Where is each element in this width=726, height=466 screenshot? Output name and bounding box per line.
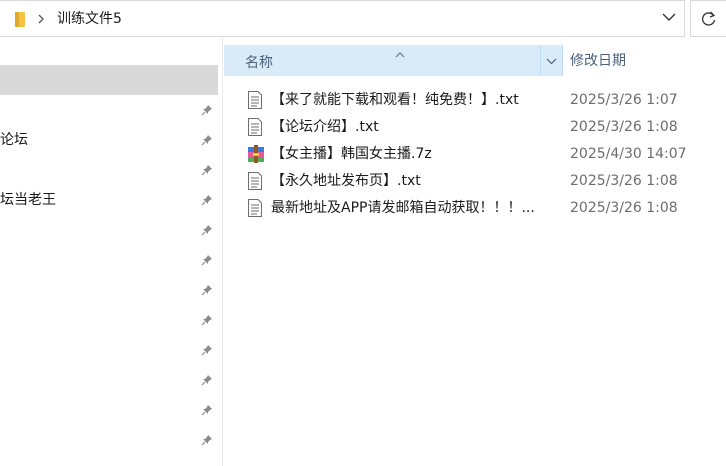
file-date-modified: 2025/3/26 1:08: [570, 173, 678, 189]
pin-icon[interactable]: [201, 194, 213, 206]
address-history-dropdown[interactable]: [656, 6, 682, 32]
column-filter-dropdown[interactable]: [541, 45, 562, 76]
refresh-icon: [702, 11, 716, 26]
pin-icon[interactable]: [201, 104, 213, 116]
file-date-modified: 2025/3/26 1:08: [570, 119, 678, 135]
file-explorer-window: 训练文件5 论坛 坛当老王 名称 修改日期 【来了就能下载和观看！纯免费！】.t…: [0, 0, 726, 466]
file-date-modified: 2025/4/30 14:07: [570, 146, 687, 162]
text-file-icon: [247, 199, 263, 217]
text-file-icon: [247, 172, 263, 190]
breadcrumb-current-folder[interactable]: 训练文件5: [57, 9, 122, 29]
pin-icon[interactable]: [201, 404, 213, 416]
sort-ascending-icon: [395, 52, 405, 58]
column-header-date-modified[interactable]: 修改日期: [570, 51, 626, 71]
pin-icon[interactable]: [201, 434, 213, 446]
file-name[interactable]: 【女主播】韩国女主播.7z: [271, 144, 432, 164]
refresh-button[interactable]: [690, 0, 726, 37]
navigation-pane: 论坛 坛当老王: [0, 37, 222, 466]
pin-icon[interactable]: [201, 164, 213, 176]
file-name[interactable]: 【论坛介绍】.txt: [271, 117, 379, 137]
column-header-name[interactable]: 名称: [224, 45, 563, 76]
pin-icon[interactable]: [201, 224, 213, 236]
file-row[interactable]: 【永久地址发布页】.txt 2025/3/26 1:08: [243, 169, 723, 193]
file-row[interactable]: 最新地址及APP请发邮箱自动获取！！！... 2025/3/26 1:08: [243, 196, 723, 220]
nav-item-laowang[interactable]: 坛当老王: [0, 190, 56, 210]
text-file-icon: [247, 91, 263, 109]
file-name[interactable]: 最新地址及APP请发邮箱自动获取！！！...: [271, 198, 535, 218]
folder-icon: [15, 12, 25, 27]
pin-icon[interactable]: [201, 134, 213, 146]
chevron-down-icon: [546, 58, 557, 65]
file-name[interactable]: 【来了就能下载和观看！纯免费！】.txt: [271, 90, 519, 110]
text-file-icon: [247, 118, 263, 136]
pin-icon[interactable]: [201, 284, 213, 296]
nav-item-forum[interactable]: 论坛: [0, 130, 28, 150]
file-row[interactable]: 【论坛介绍】.txt 2025/3/26 1:08: [243, 115, 723, 139]
address-bar[interactable]: 训练文件5: [0, 0, 685, 37]
pin-icon[interactable]: [201, 374, 213, 386]
archive-file-icon: [247, 145, 264, 163]
file-date-modified: 2025/3/26 1:07: [570, 92, 678, 108]
file-name[interactable]: 【永久地址发布页】.txt: [271, 171, 421, 191]
chevron-right-icon[interactable]: [38, 9, 48, 29]
file-date-modified: 2025/3/26 1:08: [570, 200, 678, 216]
pin-icon[interactable]: [201, 314, 213, 326]
column-name-label: 名称: [245, 55, 273, 71]
file-list-view: 名称 修改日期 【来了就能下载和观看！纯免费！】.txt 2025/3/26 1…: [223, 37, 726, 466]
pin-icon[interactable]: [201, 254, 213, 266]
file-row[interactable]: 【女主播】韩国女主播.7z 2025/4/30 14:07: [243, 142, 723, 166]
file-row[interactable]: 【来了就能下载和观看！纯免费！】.txt 2025/3/26 1:07: [243, 88, 723, 112]
pin-icon[interactable]: [201, 344, 213, 356]
nav-item-selected[interactable]: [0, 65, 218, 95]
